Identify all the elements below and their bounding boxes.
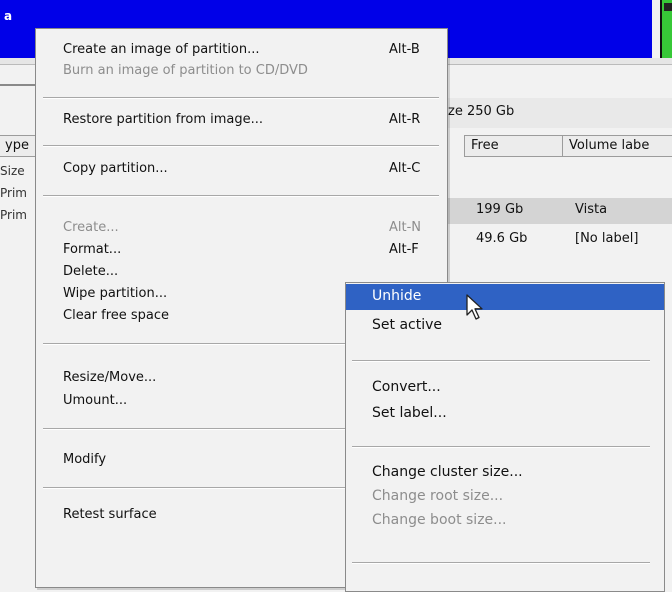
menu-item-label: Wipe partition... <box>63 286 168 301</box>
submenu-item-change-boot-size[interactable]: Change boot size... <box>346 508 664 534</box>
disk-header: ze 250 Gb <box>448 98 672 128</box>
free-cell: 199 Gb <box>476 202 524 217</box>
app-title: a <box>4 9 13 23</box>
submenu-item-convert[interactable]: Convert... <box>346 375 664 401</box>
free-cell: 49.6 Gb <box>476 231 528 246</box>
column-header-free[interactable]: Free <box>464 135 563 157</box>
mouse-pointer-icon <box>466 294 483 320</box>
menu-item-burn-image[interactable]: Burn an image of partition to CD/DVD <box>63 63 447 85</box>
submenu-item-change-cluster-size[interactable]: Change cluster size... <box>346 460 664 486</box>
modify-submenu: Unhide Set active Convert... Set label..… <box>345 282 665 592</box>
menu-item-copy-partition[interactable]: Copy partition... Alt-C <box>63 161 447 183</box>
volume-label-cell: Vista <box>575 202 608 217</box>
submenu-item-unhide[interactable]: Unhide <box>346 284 664 310</box>
menu-separator <box>352 562 650 564</box>
menu-item-label: Clear free space <box>63 308 170 323</box>
menu-item-restore-partition[interactable]: Restore partition from image... Alt-R <box>63 112 447 134</box>
submenu-item-set-active[interactable]: Set active <box>346 313 664 339</box>
status-indicator <box>660 0 672 62</box>
partition-type-cell: Prim <box>0 208 27 222</box>
menu-item-label: Create an image of partition... <box>63 42 260 57</box>
menu-item-label: Create... <box>63 220 119 235</box>
column-header-volume-label[interactable]: Volume labe <box>562 135 672 157</box>
menu-item-label: Resize/Move... <box>63 370 157 385</box>
menu-separator <box>43 195 439 197</box>
menu-separator <box>352 360 650 362</box>
menu-item-label: Format... <box>63 242 122 257</box>
menu-item-label: Restore partition from image... <box>63 112 264 127</box>
divider <box>0 84 35 86</box>
menu-item-label: Retest surface <box>63 507 157 522</box>
menu-item-label: Umount... <box>63 393 128 408</box>
menu-item-label: Delete... <box>63 264 119 279</box>
partition-type-column: Size Prim Prim <box>0 138 35 227</box>
shortcut-label: Alt-N <box>389 220 422 235</box>
shortcut-label: Alt-R <box>389 112 421 127</box>
partition-type-cell: Prim <box>0 186 27 200</box>
volume-label-cell: [No label] <box>575 231 639 246</box>
shortcut-label: Alt-B <box>389 42 420 57</box>
menu-item-create-image[interactable]: Create an image of partition... Alt-B <box>63 42 447 64</box>
menu-item-label: Burn an image of partition to CD/DVD <box>63 63 308 78</box>
menu-item-label: Modify <box>63 452 107 467</box>
size-header: Size <box>0 164 25 178</box>
shortcut-label: Alt-F <box>389 242 419 257</box>
menu-separator <box>43 145 439 147</box>
menu-item-format[interactable]: Format... Alt-F <box>63 242 447 264</box>
menu-item-label: Copy partition... <box>63 161 168 176</box>
shortcut-label: Alt-C <box>389 161 421 176</box>
menu-separator <box>43 97 439 99</box>
disk-size-label: ze 250 Gb <box>448 104 515 119</box>
submenu-item-set-label[interactable]: Set label... <box>346 401 664 427</box>
menu-item-create[interactable]: Create... Alt-N <box>63 220 447 242</box>
submenu-item-change-root-size[interactable]: Change root size... <box>346 484 664 510</box>
menu-separator <box>352 446 650 448</box>
